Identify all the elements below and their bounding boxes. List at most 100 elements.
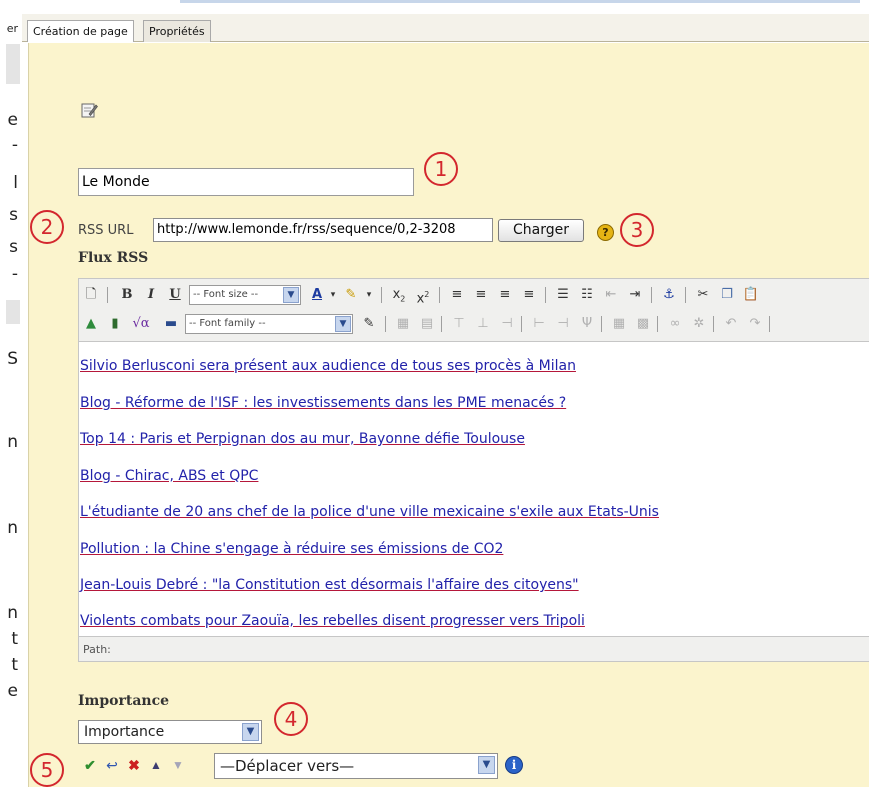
paste-icon[interactable]: 📋 <box>741 285 761 305</box>
align-center-icon[interactable]: ≡ <box>471 285 491 305</box>
underline-icon[interactable]: U <box>165 285 185 305</box>
toolbar-separator <box>651 287 652 303</box>
insert-media-icon[interactable]: ▮ <box>105 314 125 334</box>
feed-item-link[interactable]: Silvio Berlusconi sera présent aux audie… <box>80 358 576 374</box>
chevron-down-icon: ▼ <box>335 316 351 332</box>
tab-page-creation[interactable]: Création de page <box>27 20 134 42</box>
move-up-icon[interactable]: ▲ <box>148 757 164 773</box>
tab-bar: Création de page Propriétés <box>22 14 869 42</box>
font-size-select[interactable]: -- Font size -- ▼ <box>189 285 301 305</box>
rich-text-editor[interactable]: Silvio Berlusconi sera présent aux audie… <box>78 342 869 636</box>
page-title-input[interactable]: Le Monde <box>78 168 414 196</box>
unlink-icon[interactable]: ✲ <box>689 314 709 334</box>
anchor-icon[interactable]: ⚓ <box>659 285 679 305</box>
cut-icon[interactable]: ✂ <box>693 285 713 305</box>
feed-item-link[interactable]: Blog - Chirac, ABS et QPC <box>80 468 258 484</box>
left-divider <box>6 300 20 324</box>
horizontal-rule-icon[interactable]: ▬ <box>161 314 181 334</box>
validate-check-icon[interactable]: ✔ <box>82 757 98 773</box>
subscript-icon[interactable]: x2 <box>389 285 409 305</box>
toolbar-separator <box>769 316 770 332</box>
feed-item-link[interactable]: Pollution : la Chine s'engage à réduire … <box>80 541 503 557</box>
outdent-icon[interactable]: ⇤ <box>601 285 621 305</box>
delete-row-icon[interactable]: ⊣ <box>497 314 517 334</box>
undo-icon[interactable]: ↶ <box>721 314 741 334</box>
align-left-icon[interactable]: ≡ <box>447 285 467 305</box>
tab-properties[interactable]: Propriétés <box>143 20 211 42</box>
toolbar-separator <box>521 316 522 332</box>
info-icon[interactable]: i <box>505 756 523 774</box>
left-text-fragment: e <box>7 110 18 130</box>
importance-select[interactable]: Importance ▼ <box>78 720 262 744</box>
undo-arrow-icon[interactable]: ↩ <box>104 757 120 773</box>
align-justify-icon[interactable]: ≡ <box>519 285 539 305</box>
left-text-fragment: - <box>11 135 18 155</box>
importance-select-value: Importance <box>84 724 165 740</box>
importance-label: Importance <box>78 693 170 709</box>
bullet-list-icon[interactable]: ☰ <box>553 285 573 305</box>
annotation-2: 2 <box>30 210 64 244</box>
split-cells-icon[interactable]: ▦ <box>609 314 629 334</box>
toolbar-separator <box>107 287 108 303</box>
feed-item-link[interactable]: Blog - Réforme de l'ISF : les investisse… <box>80 395 566 411</box>
feed-item-link[interactable]: L'étudiante de 20 ans chef de la police … <box>80 504 659 520</box>
annotation-4: 4 <box>274 702 308 736</box>
align-right-icon[interactable]: ≡ <box>495 285 515 305</box>
move-to-select[interactable]: —Déplacer vers— ▼ <box>214 753 498 779</box>
rss-url-input[interactable]: http://www.lemonde.fr/rss/sequence/0,2-3… <box>153 218 493 242</box>
redo-icon[interactable]: ↷ <box>745 314 765 334</box>
bold-icon[interactable]: B <box>117 285 137 305</box>
insert-row-before-icon[interactable]: ⊤ <box>449 314 469 334</box>
edit-source-icon[interactable]: ✎ <box>359 314 379 334</box>
dropdown-arrow-icon[interactable]: ▾ <box>323 285 343 305</box>
move-down-icon[interactable]: ▼ <box>170 757 186 773</box>
new-document-icon[interactable]: 🗋 <box>81 285 101 305</box>
feed-item-link[interactable]: Violents combats pour Zaouïa, les rebell… <box>80 613 585 629</box>
left-tab-fragment: er <box>6 22 18 35</box>
font-family-select-value: -- Font family -- <box>189 318 266 329</box>
insert-image-icon[interactable]: ▲ <box>81 314 101 334</box>
annotation-5: 5 <box>30 753 64 787</box>
left-text-fragment: S <box>7 349 18 369</box>
rss-url-label: RSS URL <box>78 223 134 238</box>
table-properties-icon[interactable]: ▤ <box>417 314 437 334</box>
math-formula-icon[interactable]: √α <box>127 314 155 334</box>
insert-row-after-icon[interactable]: ⊥ <box>473 314 493 334</box>
delete-x-icon[interactable]: ✖ <box>126 757 142 773</box>
toolbar-separator <box>601 316 602 332</box>
move-to-select-value: —Déplacer vers— <box>220 757 355 775</box>
left-text-fragment: l <box>13 173 18 193</box>
left-text-fragment: n <box>7 603 18 623</box>
insert-col-after-icon[interactable]: ⊣ <box>553 314 573 334</box>
toolbar-separator <box>439 287 440 303</box>
left-scroll-track <box>6 44 20 84</box>
toolbar-separator <box>685 287 686 303</box>
numbered-list-icon[interactable]: ☷ <box>577 285 597 305</box>
feed-item-link[interactable]: Jean-Louis Debré : "la Constitution est … <box>80 577 579 593</box>
copy-icon[interactable]: ❐ <box>717 285 737 305</box>
left-text-fragment: s <box>9 237 18 257</box>
left-text-fragment: n <box>7 518 18 538</box>
toolbar-separator <box>657 316 658 332</box>
indent-icon[interactable]: ⇥ <box>625 285 645 305</box>
merge-cells-icon[interactable]: ▩ <box>633 314 653 334</box>
top-strip <box>0 0 869 8</box>
left-text-fragment: e <box>7 681 18 701</box>
superscript-icon[interactable]: x2 <box>413 285 433 306</box>
table-icon[interactable]: ▦ <box>393 314 413 334</box>
font-family-select[interactable]: -- Font family -- ▼ <box>185 314 353 334</box>
load-button[interactable]: Charger <box>498 219 584 242</box>
annotation-1: 1 <box>424 152 458 186</box>
link-icon[interactable]: ∞ <box>665 314 685 334</box>
feed-item-link[interactable]: Top 14 : Paris et Perpignan dos au mur, … <box>80 431 525 447</box>
chevron-down-icon: ▼ <box>478 756 495 774</box>
toolbar-separator <box>441 316 442 332</box>
toolbar-separator <box>385 316 386 332</box>
help-icon[interactable]: ? <box>597 224 614 241</box>
edit-page-icon[interactable] <box>80 101 98 119</box>
italic-icon[interactable]: I <box>141 285 161 305</box>
delete-col-icon[interactable]: Ψ <box>577 314 597 334</box>
dropdown-arrow-icon[interactable]: ▾ <box>359 285 379 305</box>
insert-col-before-icon[interactable]: ⊢ <box>529 314 549 334</box>
highlight-color-icon[interactable]: ✎ <box>341 285 361 305</box>
